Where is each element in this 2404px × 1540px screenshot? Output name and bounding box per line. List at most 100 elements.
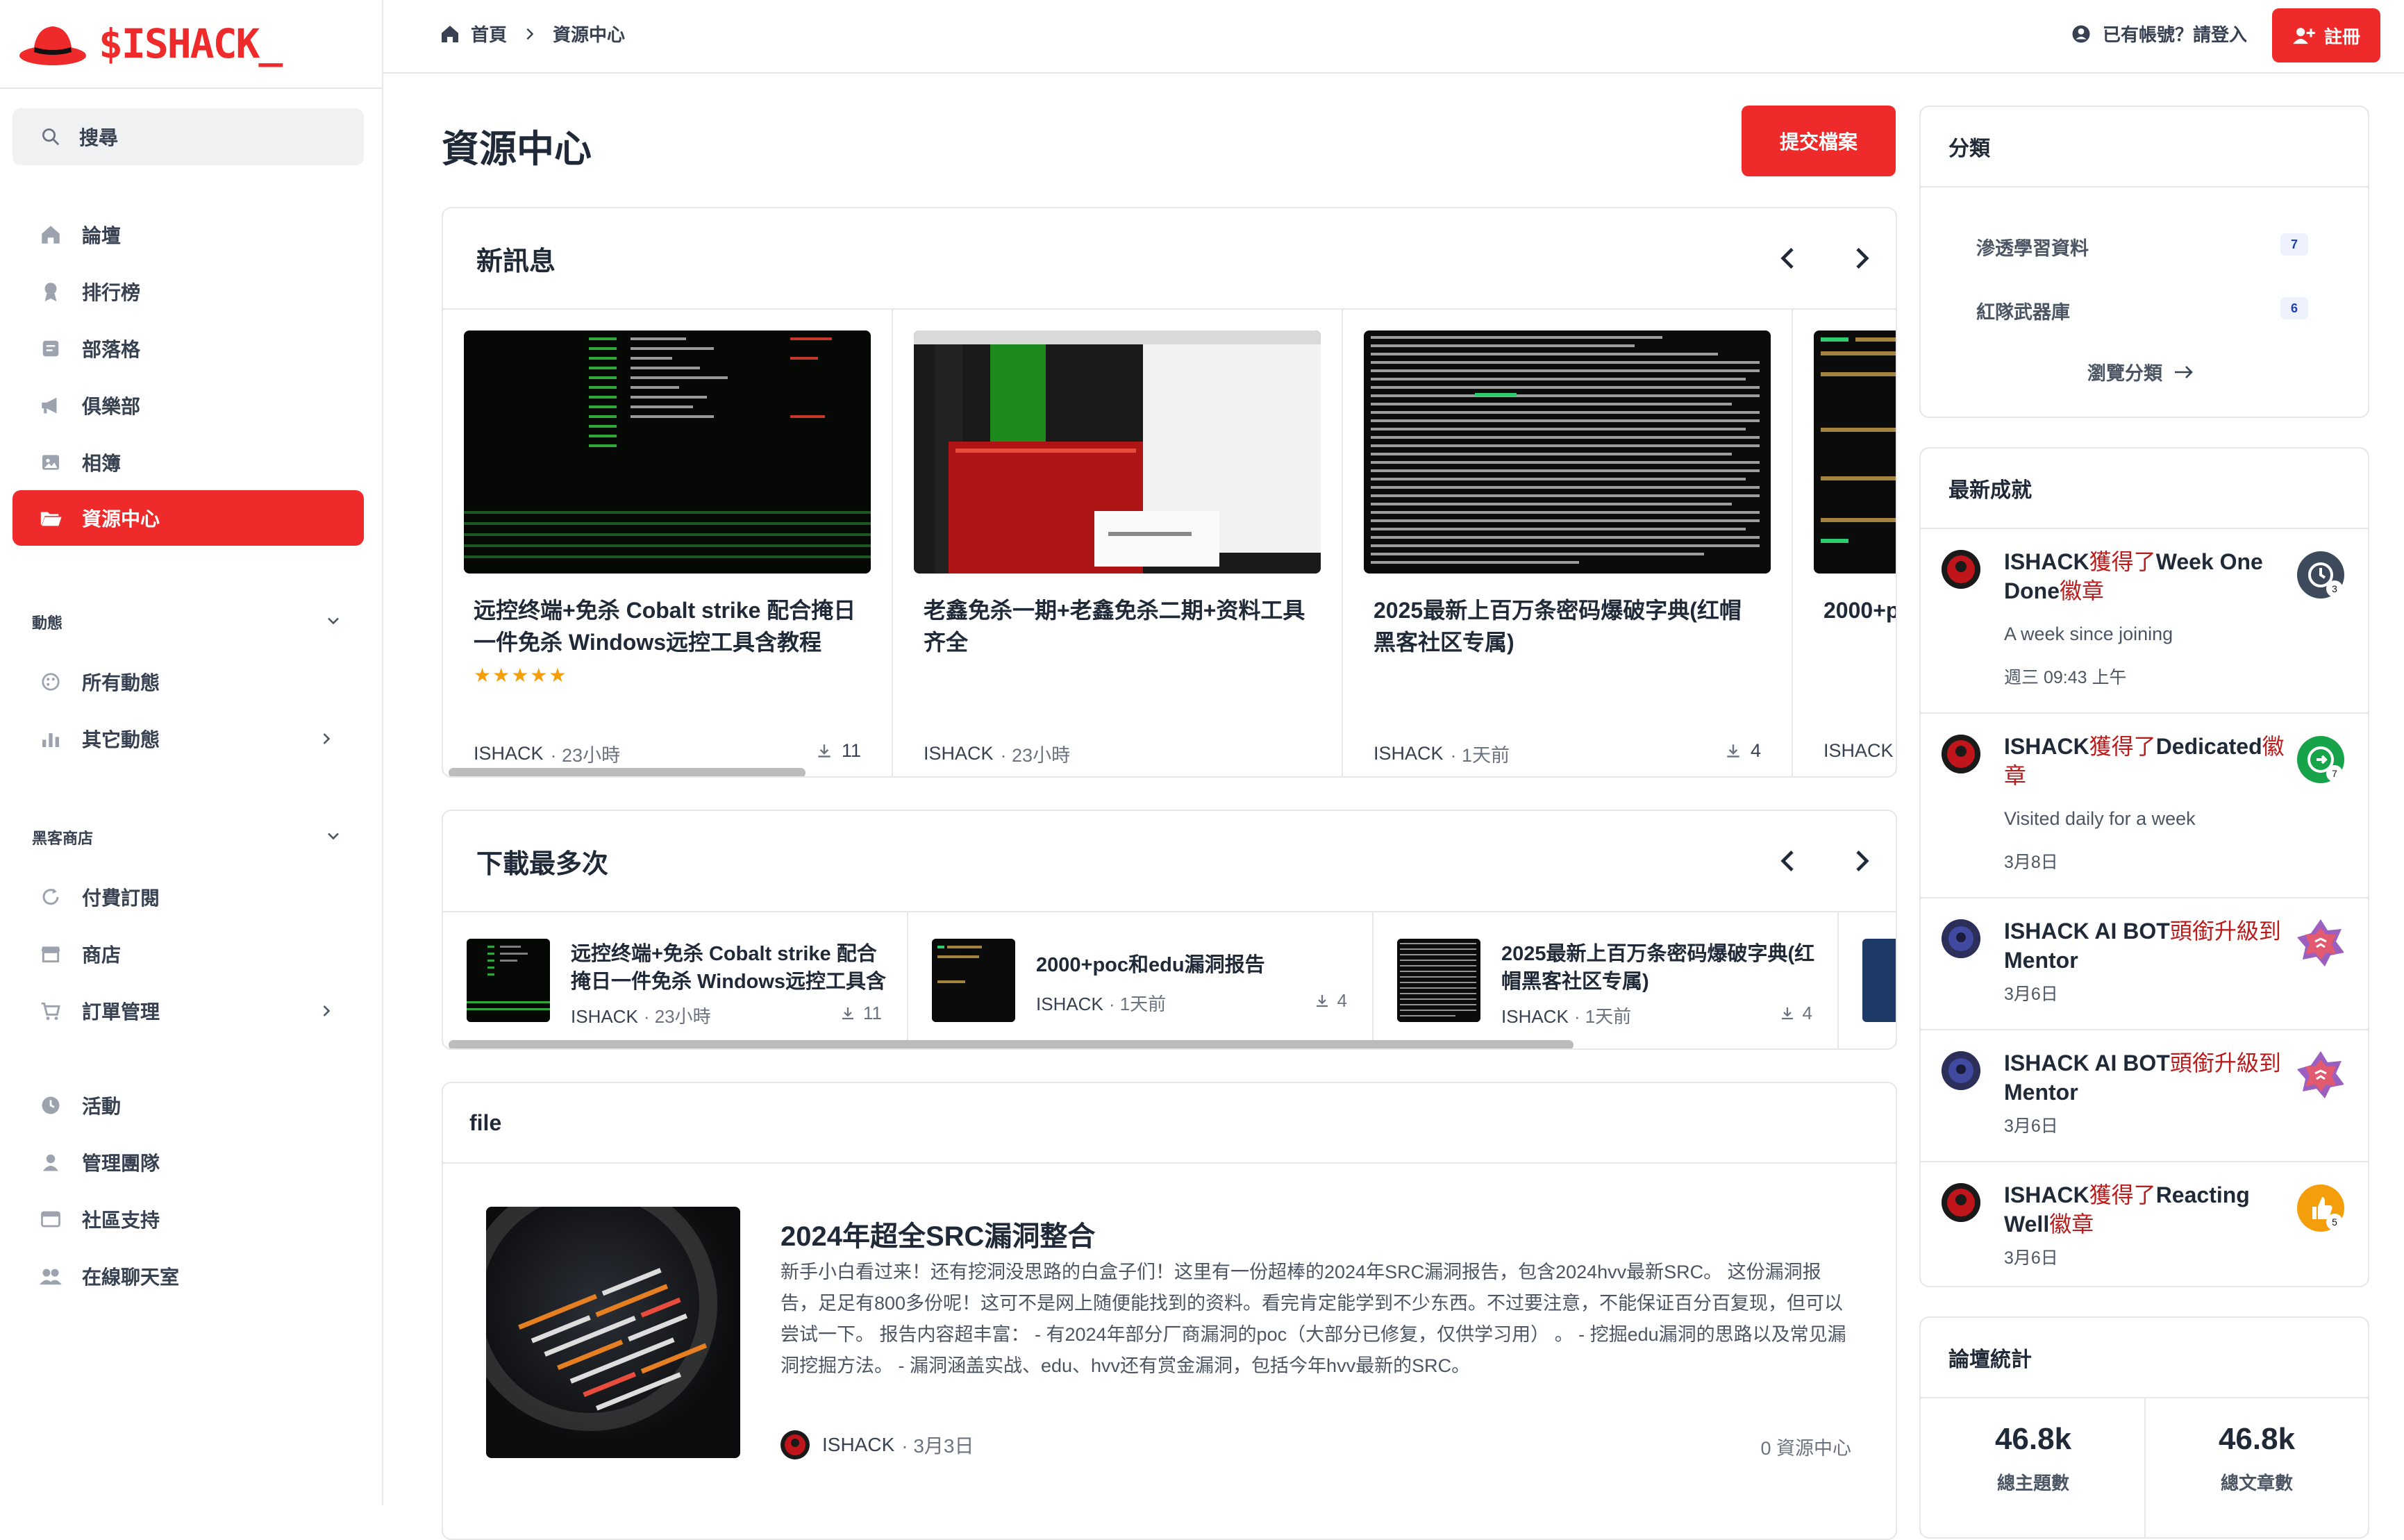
sidebar-item-resources[interactable]: 資源中心: [12, 490, 364, 546]
terminal-thumbnail: [1814, 330, 1896, 574]
stat-label: 總文章數: [2220, 1473, 2293, 1493]
news-item-title[interactable]: 2025最新上百万条密码爆破字典(红帽黑客社区专属): [1374, 594, 1762, 658]
author[interactable]: ISHACK: [1501, 1006, 1569, 1027]
register-button[interactable]: 註冊: [2272, 8, 2380, 62]
news-item[interactable]: 2025最新上百万条密码爆破字典(红帽黑客社区专属) ISHACK · 1天前 4: [1343, 310, 1793, 776]
author[interactable]: ISHACK: [474, 743, 544, 764]
home-icon: [37, 221, 64, 248]
login-text: 已有帳號？請登入: [2103, 24, 2248, 45]
sidebar-item-staff[interactable]: 管理團隊: [12, 1135, 364, 1190]
folder-open-icon: [37, 505, 64, 531]
download-item[interactable]: [1839, 912, 1896, 1048]
breadcrumb: 首頁 資源中心: [439, 21, 625, 47]
category-link[interactable]: 滲透學習資料: [1976, 233, 2089, 260]
svg-text:3: 3: [2332, 583, 2337, 594]
sidebar-item-chat[interactable]: 在線聊天室: [12, 1248, 364, 1304]
avatar[interactable]: [781, 1430, 810, 1459]
prev-arrow-icon[interactable]: [1775, 244, 1803, 272]
avatar[interactable]: [1942, 1183, 1980, 1222]
timestamp: · 1天前: [1450, 745, 1510, 766]
category-link[interactable]: 紅隊武器庫: [1976, 297, 2070, 324]
download-icon: [842, 1007, 853, 1019]
cart-icon: [37, 998, 64, 1024]
sidebar-item-label: 訂單管理: [82, 1001, 160, 1023]
sidebar-item-gallery[interactable]: 相簿: [12, 435, 364, 490]
author[interactable]: ISHACK: [1823, 740, 1894, 762]
most-downloaded-header: 下載最多次: [443, 811, 1896, 912]
news-item-title[interactable]: 远控终端+免杀 Cobalt strike 配合掩日一件免杀 Windows远控…: [474, 594, 862, 658]
next-arrow-icon[interactable]: [1847, 847, 1875, 875]
home-icon[interactable]: [439, 23, 461, 45]
sidebar-item-subscriptions[interactable]: 付費訂閱: [12, 869, 364, 925]
stats-card: 論壇統計 46.8k 總主題數 46.8k 總文章數: [1919, 1316, 2369, 1539]
sidebar-item-label: 在線聊天室: [82, 1266, 180, 1288]
news-item-title[interactable]: 2000+poc和edu漏洞报告: [1823, 594, 1896, 626]
sidebar-item-store[interactable]: 商店: [12, 926, 364, 982]
store-icon: [37, 941, 64, 967]
sidebar-item-orders[interactable]: 訂單管理: [12, 983, 364, 1039]
users-icon: [37, 1263, 64, 1289]
download-count: 11: [840, 1003, 882, 1024]
avatar[interactable]: [1942, 550, 1980, 589]
download-item[interactable]: 2000+poc和edu漏洞报告 ISHACK · 1天前 4: [908, 912, 1374, 1048]
chevron-down-icon[interactable]: [324, 826, 343, 846]
chevron-right-icon: [323, 1005, 331, 1016]
stat-value: 46.8k: [2218, 1422, 2296, 1456]
achievement-item[interactable]: ISHACK獲得了Week One Done徽章 A week since jo…: [1921, 529, 2368, 714]
sidebar-item-all-activity[interactable]: 所有動態: [12, 654, 364, 710]
search-button[interactable]: 搜尋: [12, 108, 364, 165]
category-count[interactable]: 0 資源中心: [1760, 1433, 1851, 1460]
sidebar-item-events[interactable]: 活動: [12, 1078, 364, 1133]
breadcrumb-current[interactable]: 資源中心: [553, 21, 625, 47]
prev-arrow-icon[interactable]: [1775, 847, 1803, 875]
timestamp: · 23小時: [1000, 745, 1071, 766]
news-item-title[interactable]: 老鑫免杀一期+老鑫免杀二期+资料工具齐全: [924, 594, 1312, 658]
scrollbar[interactable]: [449, 1040, 1574, 1048]
achievement-item[interactable]: ISHACK AI BOT頭銜升級到Mentor 3月6日: [1921, 1030, 2368, 1162]
avatar[interactable]: [1942, 735, 1980, 773]
sidebar-item-forum[interactable]: 論壇: [12, 207, 364, 262]
sidebar-item-blog[interactable]: 部落格: [12, 321, 364, 376]
breadcrumb-home[interactable]: 首頁: [471, 21, 507, 47]
timestamp: 3月6日: [2004, 985, 2058, 1004]
avatar[interactable]: [1942, 1051, 1980, 1090]
author[interactable]: ISHACK: [822, 1434, 894, 1456]
svg-text:5: 5: [2332, 1216, 2337, 1228]
download-item[interactable]: 2025最新上百万条密码爆破字典(红帽黑客社区专属) ISHACK · 1天前 4: [1374, 912, 1839, 1048]
file-title[interactable]: 2024年超全SRC漏洞整合: [781, 1214, 1095, 1254]
categories-card: 分類 滲透學習資料 7 紅隊武器庫 6 瀏覽分類: [1919, 106, 2369, 418]
author[interactable]: ISHACK: [1374, 743, 1444, 764]
achievement-item[interactable]: ISHACK獲得了Reacting Well徽章 3月6日 5: [1921, 1162, 2368, 1286]
sidebar-item-leaderboard[interactable]: 排行榜: [12, 264, 364, 319]
download-item-title[interactable]: 2000+poc和edu漏洞报告: [1036, 951, 1355, 979]
download-item-title[interactable]: 远控终端+免杀 Cobalt strike 配合掩日一件免杀 Windows远控…: [571, 940, 890, 996]
scrollbar[interactable]: [449, 768, 805, 776]
author[interactable]: ISHACK: [924, 743, 994, 764]
chevron-down-icon[interactable]: [324, 611, 343, 630]
sidebar-item-other-activity[interactable]: 其它動態: [12, 711, 364, 767]
news-item[interactable]: 远控终端+免杀 Cobalt strike 配合掩日一件免杀 Windows远控…: [443, 310, 893, 776]
logo[interactable]: $ISHACK_: [0, 0, 382, 89]
download-item[interactable]: 远控终端+免杀 Cobalt strike 配合掩日一件免杀 Windows远控…: [443, 912, 908, 1048]
achievements-card: 最新成就 ISHACK獲得了Week One Done徽章 A week sin…: [1919, 447, 2369, 1287]
thumbs-up-badge-icon: 5: [2297, 1185, 2344, 1232]
avatar[interactable]: [1942, 919, 1980, 958]
author[interactable]: ISHACK: [571, 1006, 638, 1027]
login-link[interactable]: 已有帳號？請登入: [2071, 21, 2247, 47]
next-arrow-icon[interactable]: [1847, 244, 1875, 272]
most-downloaded-title: 下載最多次: [476, 849, 609, 879]
download-item-title[interactable]: 2025最新上百万条密码爆破字典(红帽黑客社区专属): [1501, 940, 1821, 996]
browse-categories-link[interactable]: 瀏覽分類: [2087, 358, 2194, 385]
submit-file-button[interactable]: 提交檔案: [1742, 106, 1896, 176]
sidebar-item-clubs[interactable]: 俱樂部: [12, 378, 364, 433]
add-user-icon: [2293, 28, 2315, 44]
achievement-item[interactable]: ISHACK AI BOT頭銜升級到Mentor 3月6日: [1921, 898, 2368, 1030]
chart-icon: [37, 726, 64, 752]
news-item[interactable]: 2000+poc和edu漏洞报告 ISHACK: [1793, 310, 1896, 776]
author[interactable]: ISHACK: [1036, 994, 1103, 1014]
news-item[interactable]: 老鑫免杀一期+老鑫免杀二期+资料工具齐全 ISHACK · 23小時: [893, 310, 1343, 776]
achievement-item[interactable]: ISHACK獲得了Dedicated徽章 Visited daily for a…: [1921, 714, 2368, 898]
sidebar-item-label: 其它動態: [82, 729, 160, 751]
sidebar-item-support[interactable]: 社區支持: [12, 1191, 364, 1247]
sidebar-item-label: 活動: [82, 1096, 122, 1117]
